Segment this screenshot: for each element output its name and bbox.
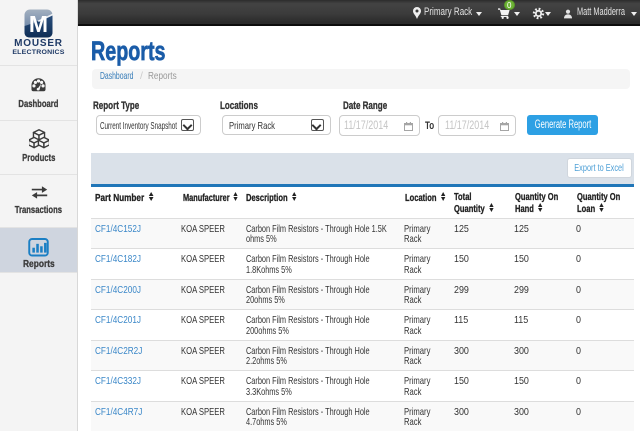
svg-text:M: M: [29, 11, 48, 37]
